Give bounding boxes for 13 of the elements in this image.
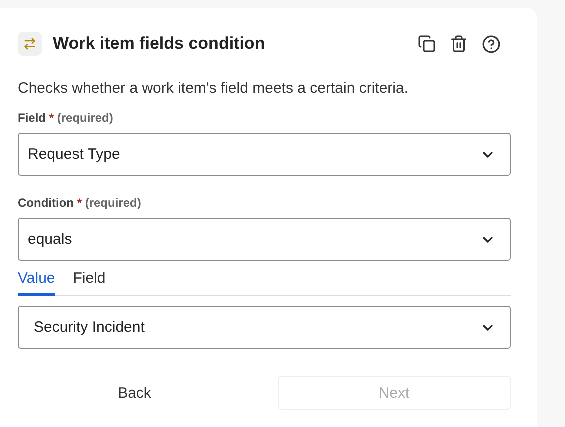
copy-icon[interactable] — [418, 34, 436, 54]
select-field[interactable]: Security Incident — [18, 306, 511, 349]
help-icon[interactable] — [482, 34, 501, 54]
description: Checks whether a work item's field meets a certain criteria. — [18, 80, 410, 97]
field-label: Field * (required) — [18, 111, 114, 125]
tab[interactable]: Value — [18, 267, 56, 296]
tab[interactable]: Field — [73, 267, 106, 296]
trash-icon[interactable] — [450, 34, 468, 54]
select-field[interactable]: equals — [18, 218, 511, 261]
swap-arrows-icon — [18, 32, 42, 56]
field-label: Condition * (required) — [18, 196, 142, 210]
select-field[interactable]: Request Type — [18, 133, 511, 176]
panel-title: Work item fields condition — [53, 34, 266, 54]
